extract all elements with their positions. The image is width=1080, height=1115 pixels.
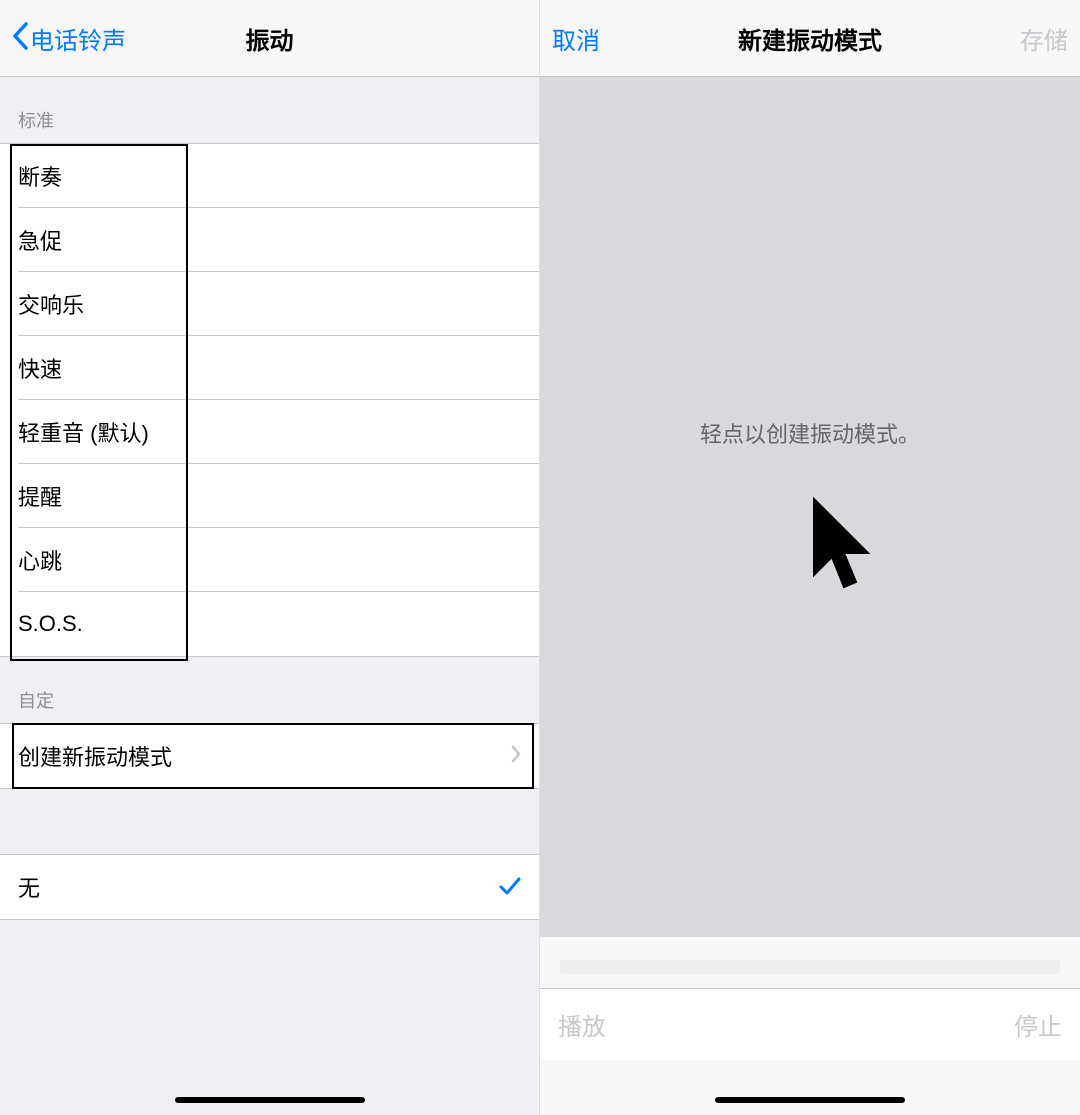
vibration-option[interactable]: 轻重音 (默认) <box>0 400 539 464</box>
back-label: 电话铃声 <box>30 21 126 56</box>
save-button: 存储 <box>988 21 1068 56</box>
cursor-icon <box>808 495 878 605</box>
vibration-option[interactable]: 提醒 <box>0 464 539 528</box>
playback-controls: 播放 停止 <box>540 988 1080 1060</box>
standard-vibration-list: 断奏 急促 交响乐 快速 轻重音 (默认) 提醒 心跳 S.O.S. <box>0 143 539 657</box>
custom-vibration-list: 创建新振动模式 <box>0 723 539 789</box>
none-option-container: 无 <box>0 854 539 920</box>
controls-area: 播放 停止 <box>540 937 1080 1115</box>
vibration-option[interactable]: 断奏 <box>0 144 539 208</box>
vibration-option[interactable]: 交响乐 <box>0 272 539 336</box>
back-button[interactable]: 电话铃声 <box>12 21 152 56</box>
vibration-settings-pane: 电话铃声 振动 标准 断奏 急促 交响乐 快速 轻重音 (默认) 提醒 心跳 S… <box>0 0 540 1115</box>
tap-hint-text: 轻点以创建振动模式。 <box>700 417 920 449</box>
cancel-button[interactable]: 取消 <box>552 21 632 56</box>
chevron-right-icon <box>511 743 521 769</box>
play-button: 播放 <box>558 1007 606 1042</box>
vibration-track-bar <box>560 960 1060 974</box>
checkmark-icon <box>499 872 521 903</box>
section-header-custom: 自定 <box>0 657 539 723</box>
section-header-standard: 标准 <box>0 77 539 143</box>
stop-button: 停止 <box>1014 1007 1062 1042</box>
home-indicator[interactable] <box>175 1097 365 1103</box>
home-indicator[interactable] <box>715 1097 905 1103</box>
vibration-option[interactable]: 快速 <box>0 336 539 400</box>
vibration-option[interactable]: S.O.S. <box>0 592 539 656</box>
none-option[interactable]: 无 <box>0 855 539 919</box>
create-new-vibration-button[interactable]: 创建新振动模式 <box>0 724 539 788</box>
new-vibration-pane: 取消 新建振动模式 存储 轻点以创建振动模式。 播放 停止 <box>540 0 1080 1115</box>
vibration-tap-area[interactable]: 轻点以创建振动模式。 <box>540 77 1080 937</box>
chevron-left-icon <box>12 22 28 55</box>
navbar-right: 取消 新建振动模式 存储 <box>540 0 1080 77</box>
vibration-option[interactable]: 急促 <box>0 208 539 272</box>
navbar-left: 电话铃声 振动 <box>0 0 539 77</box>
vibration-option[interactable]: 心跳 <box>0 528 539 592</box>
